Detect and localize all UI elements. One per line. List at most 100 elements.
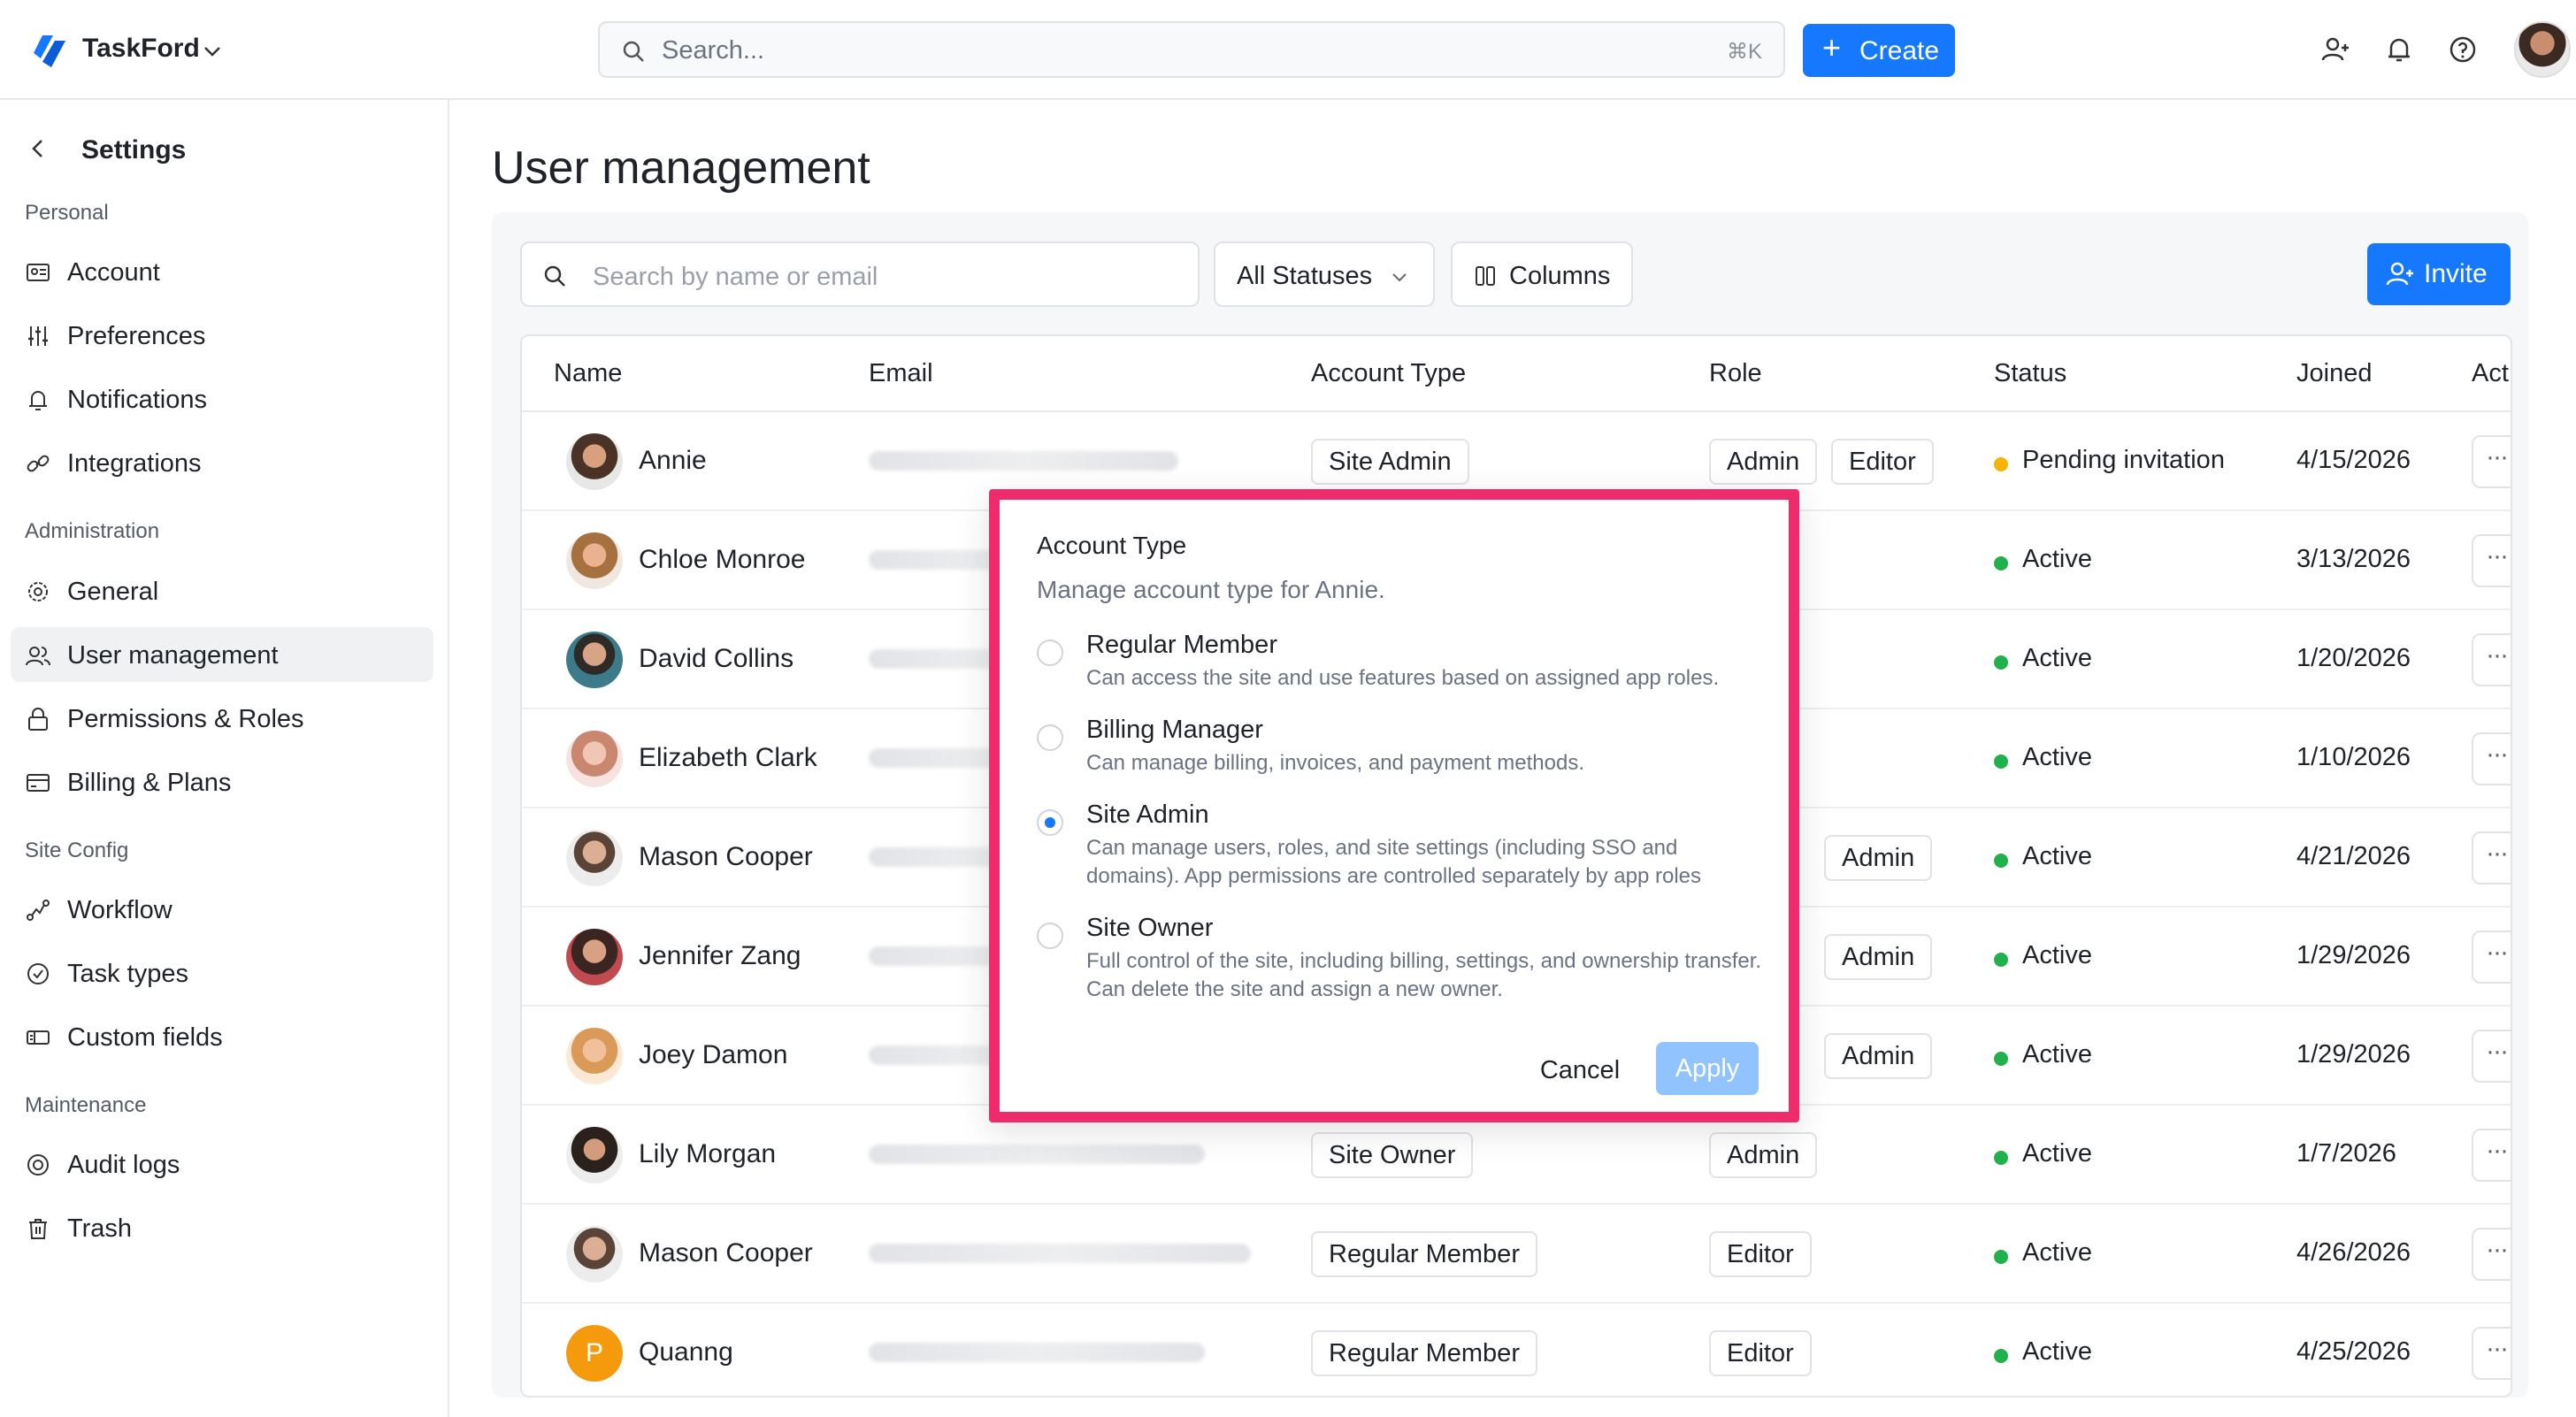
- row-actions-button[interactable]: ···: [2472, 831, 2511, 885]
- status-text: Active: [2022, 644, 2092, 672]
- add-user-icon: [2386, 262, 2413, 286]
- search-icon: [623, 41, 644, 62]
- row-actions-button[interactable]: ···: [2472, 1129, 2511, 1182]
- section-maintenance: Maintenance: [25, 1093, 147, 1117]
- column-header-role[interactable]: Role: [1709, 359, 1762, 388]
- joined-date: 1/29/2026: [2296, 1040, 2411, 1068]
- email-redacted: [869, 1244, 1251, 1263]
- row-actions-button[interactable]: ···: [2472, 931, 2511, 984]
- credit-card-icon: [27, 774, 50, 792]
- sidebar-item-general[interactable]: General: [11, 563, 433, 618]
- radio-billing-manager[interactable]: [1037, 724, 1063, 751]
- status-text: Active: [2022, 1139, 2092, 1168]
- avatar: [566, 632, 623, 688]
- popover-subtitle: Manage account type for Annie.: [1037, 576, 1385, 603]
- role-badge: Editor: [1831, 439, 1934, 485]
- row-actions-button[interactable]: ···: [2472, 1030, 2511, 1083]
- back-arrow-icon[interactable]: [25, 135, 51, 162]
- user-avatar[interactable]: [2514, 21, 2571, 78]
- global-search-input[interactable]: Search... ⌘K: [598, 21, 1785, 78]
- status-text: Active: [2022, 1337, 2092, 1366]
- workspace-name[interactable]: TaskFord: [82, 34, 200, 64]
- sidebar-item-task-types[interactable]: Task types: [11, 946, 433, 1000]
- sidebar-item-integrations[interactable]: Integrations: [11, 435, 433, 490]
- row-actions-button[interactable]: ···: [2472, 1228, 2511, 1281]
- status-text: Active: [2022, 842, 2092, 870]
- trash-icon: [29, 1219, 47, 1239]
- status-filter-select[interactable]: All Statuses: [1214, 241, 1435, 307]
- sidebar-item-workflow[interactable]: Workflow: [11, 882, 433, 937]
- avatar: [566, 1226, 623, 1283]
- add-user-icon[interactable]: [2319, 34, 2351, 65]
- sidebar-item-billing-plans[interactable]: Billing & Plans: [11, 754, 433, 809]
- link-icon: [27, 455, 50, 472]
- status-dot: [1994, 1151, 2008, 1165]
- sidebar-item-user-management[interactable]: User management: [11, 627, 433, 682]
- sidebar-item-custom-fields[interactable]: Custom fields: [11, 1009, 433, 1064]
- bell-icon[interactable]: [2383, 34, 2415, 65]
- account-type-badge[interactable]: Regular Member: [1311, 1231, 1537, 1277]
- sidebar-item-permissions-roles[interactable]: Permissions & Roles: [11, 691, 433, 746]
- account-type-badge[interactable]: Regular Member: [1311, 1330, 1537, 1376]
- taskford-logo-icon: [34, 35, 65, 67]
- row-actions-button[interactable]: ···: [2472, 534, 2511, 587]
- email-redacted: [869, 1343, 1205, 1362]
- avatar: [566, 929, 623, 985]
- status-text: Pending invitation: [2022, 446, 2225, 474]
- workflow-icon: [27, 900, 50, 921]
- section-administration: Administration: [25, 519, 160, 543]
- user-search-placeholder: Search by name or email: [593, 263, 878, 291]
- radio-site-owner[interactable]: [1037, 923, 1063, 949]
- radio-site-admin[interactable]: [1037, 809, 1063, 836]
- search-shortcut: ⌘K: [1726, 40, 1762, 64]
- sidebar-item-trash[interactable]: Trash: [11, 1200, 433, 1255]
- role-badge: Admin: [1824, 1033, 1933, 1079]
- column-header-name[interactable]: Name: [554, 359, 622, 388]
- joined-date: 4/15/2026: [2296, 446, 2411, 474]
- columns-icon: [1476, 266, 1495, 286]
- help-icon[interactable]: [2447, 34, 2479, 65]
- column-header-status[interactable]: Status: [1994, 359, 2066, 388]
- apply-button[interactable]: Apply: [1656, 1042, 1759, 1095]
- joined-date: 3/13/2026: [2296, 545, 2411, 573]
- joined-date: 1/29/2026: [2296, 941, 2411, 969]
- sidebar-item-account[interactable]: Account: [11, 244, 433, 299]
- status-dot: [1994, 1250, 2008, 1264]
- status-text: Active: [2022, 743, 2092, 771]
- role-badge: Admin: [1709, 439, 1818, 485]
- sidebar-item-preferences[interactable]: Preferences: [11, 308, 433, 363]
- status-dot: [1994, 1052, 2008, 1066]
- table-row[interactable]: P Quanng Regular Member Editor Active 4/…: [522, 1304, 2511, 1396]
- status-dot: [1994, 457, 2008, 471]
- plus-icon: +: [1822, 29, 1842, 65]
- email-redacted: [869, 451, 1178, 471]
- sidebar-item-notifications[interactable]: Notifications: [11, 371, 433, 426]
- role-badge: Admin: [1824, 835, 1933, 881]
- account-type-badge[interactable]: Site Admin: [1311, 439, 1469, 485]
- users-icon: [26, 647, 50, 666]
- row-actions-button[interactable]: ···: [2472, 732, 2511, 785]
- column-header-actions: Act: [2472, 359, 2509, 387]
- account-type-badge[interactable]: Site Owner: [1311, 1132, 1474, 1178]
- joined-date: 4/26/2026: [2296, 1238, 2411, 1267]
- cancel-button[interactable]: Cancel: [1523, 1045, 1637, 1096]
- row-actions-button[interactable]: ···: [2472, 1327, 2511, 1380]
- search-icon: [544, 265, 565, 287]
- column-header-email[interactable]: Email: [869, 359, 933, 388]
- status-text: Active: [2022, 1040, 2092, 1068]
- sidebar-title: Settings: [81, 135, 187, 165]
- row-actions-button[interactable]: ···: [2472, 435, 2511, 488]
- table-row[interactable]: Mason Cooper Regular Member Editor Activ…: [522, 1205, 2511, 1304]
- column-header-account-type[interactable]: Account Type: [1311, 359, 1466, 388]
- columns-button[interactable]: Columns: [1451, 241, 1633, 307]
- status-dot: [1994, 556, 2008, 571]
- radio-regular-member[interactable]: [1037, 640, 1063, 666]
- sidebar-item-audit-logs[interactable]: Audit logs: [11, 1137, 433, 1191]
- column-header-joined[interactable]: Joined: [2296, 359, 2372, 388]
- invite-button[interactable]: Invite: [2367, 243, 2511, 305]
- user-search-input[interactable]: Search by name or email: [520, 241, 1200, 307]
- chevron-down-icon[interactable]: [200, 39, 225, 64]
- row-actions-button[interactable]: ···: [2472, 633, 2511, 686]
- create-button[interactable]: + Create: [1803, 24, 1955, 77]
- chevron-down-icon: [1392, 273, 1407, 282]
